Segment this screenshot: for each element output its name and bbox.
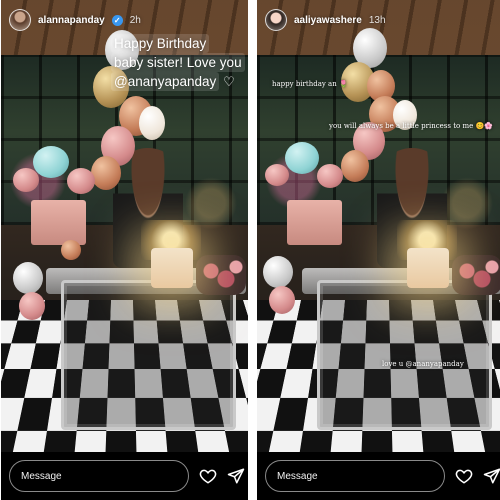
white-heart-icon: ♡ [223, 74, 235, 89]
username[interactable]: alannapanday [38, 15, 105, 26]
caption-mention[interactable]: @ananyapanday [111, 72, 220, 91]
heart-icon[interactable] [455, 466, 473, 486]
balloon [139, 106, 165, 140]
story-aaliyawashere[interactable]: aaliyawashere 13h happy birthday an 🌷 yo… [257, 0, 500, 500]
balloon [13, 168, 39, 192]
story-alannapanday[interactable]: alannapanday ✓ 2h Happy Birthday baby si… [1, 0, 248, 500]
story-header: alannapanday ✓ 2h [9, 6, 240, 34]
verified-badge-icon: ✓ [111, 14, 123, 26]
story-caption-3[interactable]: love u @ananyapanday [382, 360, 464, 368]
balloon [263, 256, 293, 288]
story-reply-bar: Message [257, 452, 500, 500]
balloon [341, 150, 369, 182]
story-caption: Happy Birthday baby sister! Love you @an… [111, 34, 248, 91]
divider [248, 0, 257, 500]
avatar[interactable] [9, 9, 31, 31]
message-placeholder: Message [277, 470, 318, 482]
balloon [269, 286, 295, 314]
balloon [61, 240, 81, 260]
story-caption-2: you will always be a little princess to … [329, 122, 493, 130]
balloon [285, 142, 319, 174]
story-caption-1: happy birthday an 🌷 [272, 80, 348, 88]
caption-line-1: Happy Birthday [111, 34, 210, 53]
balloon [265, 164, 289, 186]
story-time: 13h [368, 14, 386, 26]
message-input[interactable]: Message [265, 460, 445, 492]
story-photo [257, 0, 500, 452]
balloon [67, 168, 95, 194]
story-reply-bar: Message [1, 452, 248, 500]
story-header: aaliyawashere 13h [265, 6, 496, 34]
send-icon[interactable] [483, 466, 500, 486]
balloon [19, 292, 45, 320]
send-icon[interactable] [227, 466, 245, 486]
avatar[interactable] [265, 9, 287, 31]
balloon [91, 156, 121, 190]
message-placeholder: Message [21, 470, 62, 482]
balloon [13, 262, 43, 294]
caption-line-2: baby sister! Love you [111, 53, 245, 72]
username[interactable]: aaliyawashere [294, 15, 362, 26]
birthday-cake [151, 248, 193, 288]
story-time: 2h [129, 14, 141, 26]
balloon [317, 164, 343, 188]
balloon [33, 146, 69, 178]
birthday-cake [407, 248, 449, 288]
message-input[interactable]: Message [9, 460, 189, 492]
heart-icon[interactable] [199, 466, 217, 486]
